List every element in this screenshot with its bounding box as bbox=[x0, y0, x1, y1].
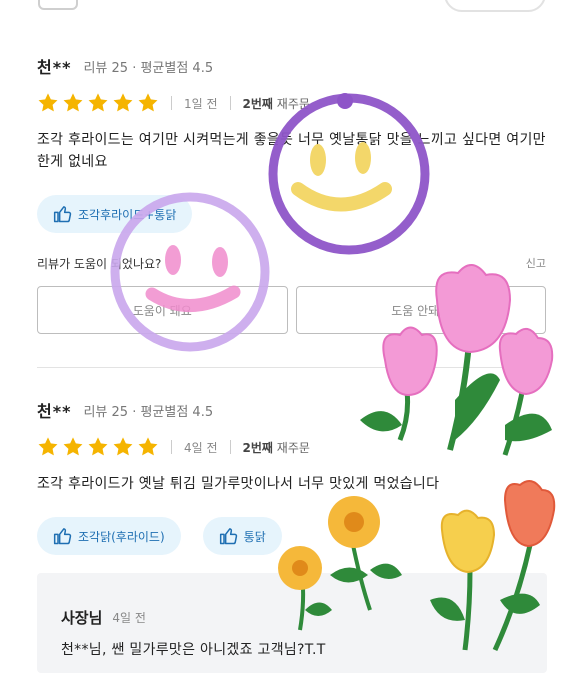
reorder-count: 2번째 재주문 bbox=[243, 439, 310, 456]
star-icon bbox=[113, 437, 133, 456]
helpful-row: 리뷰가 도움이 되었나요? 신고 bbox=[37, 255, 546, 272]
star-rating bbox=[37, 436, 159, 458]
menu-tag-label: 조각후라이드+통닭 bbox=[78, 207, 177, 222]
menu-tag[interactable]: 통닭 bbox=[202, 517, 282, 555]
helpful-buttons: 도움이 돼요 도움 안돼요 bbox=[37, 286, 546, 334]
author-stats: 리뷰 25 · 평균별점 4.5 bbox=[83, 60, 214, 76]
menu-tag[interactable]: 조각닭(후라이드) bbox=[37, 517, 181, 555]
star-icon bbox=[38, 437, 58, 456]
helpful-yes-button[interactable]: 도움이 돼요 bbox=[37, 286, 288, 334]
helpful-question: 리뷰가 도움이 되었나요? bbox=[37, 257, 162, 271]
reorder-number: 2번째 bbox=[242, 440, 273, 455]
author-name[interactable]: 천** bbox=[37, 54, 71, 78]
star-icon bbox=[138, 437, 158, 456]
separator bbox=[229, 96, 231, 110]
star-icon bbox=[63, 93, 83, 112]
reorder-count: 2번째 재주문 bbox=[243, 95, 310, 112]
rating-row: 4일 전 2번째 재주문 bbox=[37, 433, 546, 461]
menu-tag-label: 통닭 bbox=[243, 529, 266, 544]
review-time: 4일 전 bbox=[184, 440, 218, 455]
menu-tag[interactable]: 조각후라이드+통닭 bbox=[37, 195, 193, 233]
owner-reply: 사장님 4일 전 천**님, 쌘 밀가루맛은 아니겠죠 고객님?T.T bbox=[37, 573, 547, 673]
menu-tag-label: 조각닭(후라이드) bbox=[78, 529, 165, 544]
star-icon bbox=[113, 93, 133, 112]
author-stats: 리뷰 25 · 평균별점 4.5 bbox=[83, 404, 214, 420]
star-icon bbox=[88, 437, 108, 456]
reorder-number: 2번째 bbox=[242, 96, 273, 111]
thumbs-up-icon bbox=[219, 528, 237, 545]
star-icon bbox=[88, 93, 108, 112]
review-card: 천** 리뷰 25 · 평균별점 4.5 1일 전 2번째 재주문 조각 후라이… bbox=[37, 55, 546, 334]
menu-tags: 조각후라이드+통닭 bbox=[37, 195, 546, 233]
thumbs-up-icon bbox=[53, 206, 72, 223]
separator bbox=[229, 440, 231, 454]
review-divider bbox=[37, 367, 546, 368]
reorder-label: 재주문 bbox=[272, 96, 310, 111]
author-name[interactable]: 천** bbox=[37, 398, 71, 422]
owner-reply-text: 천**님, 쌘 밀가루맛은 아니겠죠 고객님?T.T bbox=[61, 642, 326, 658]
menu-tags: 조각닭(후라이드) 통닭 bbox=[37, 517, 546, 555]
helpful-no-button[interactable]: 도움 안돼요 bbox=[295, 286, 546, 334]
review-time: 1일 전 bbox=[184, 96, 218, 111]
rating-row: 1일 전 2번째 재주문 bbox=[37, 89, 546, 117]
back-button[interactable] bbox=[38, 0, 78, 10]
review-body: 조각 후라이드는 여기만 시켜먹는게 좋을듯 너무 옛날통닭 맛을 느끼고 싶다… bbox=[37, 132, 546, 170]
separator bbox=[171, 96, 172, 110]
star-icon bbox=[38, 93, 58, 112]
reorder-label: 재주문 bbox=[272, 440, 310, 455]
star-icon bbox=[63, 437, 83, 456]
thumbs-up-icon bbox=[53, 528, 72, 545]
review-meta: 천** 리뷰 25 · 평균별점 4.5 bbox=[37, 399, 546, 421]
report-link[interactable]: 신고 bbox=[526, 255, 546, 272]
review-body: 조각 후라이드가 옛날 튀김 밀가루맛이나서 너무 맛있게 먹었습니다 bbox=[37, 476, 440, 492]
review-meta: 천** 리뷰 25 · 평균별점 4.5 bbox=[37, 55, 546, 77]
sort-button[interactable] bbox=[444, 0, 546, 12]
star-icon bbox=[138, 93, 158, 112]
owner-reply-header: 사장님 4일 전 bbox=[61, 607, 146, 628]
owner-reply-time: 4일 전 bbox=[112, 611, 146, 625]
star-rating bbox=[37, 92, 159, 114]
review-card: 천** 리뷰 25 · 평균별점 4.5 4일 전 2번째 재주문 조각 후라이… bbox=[37, 399, 546, 555]
owner-name: 사장님 bbox=[61, 609, 103, 627]
separator bbox=[171, 440, 172, 454]
